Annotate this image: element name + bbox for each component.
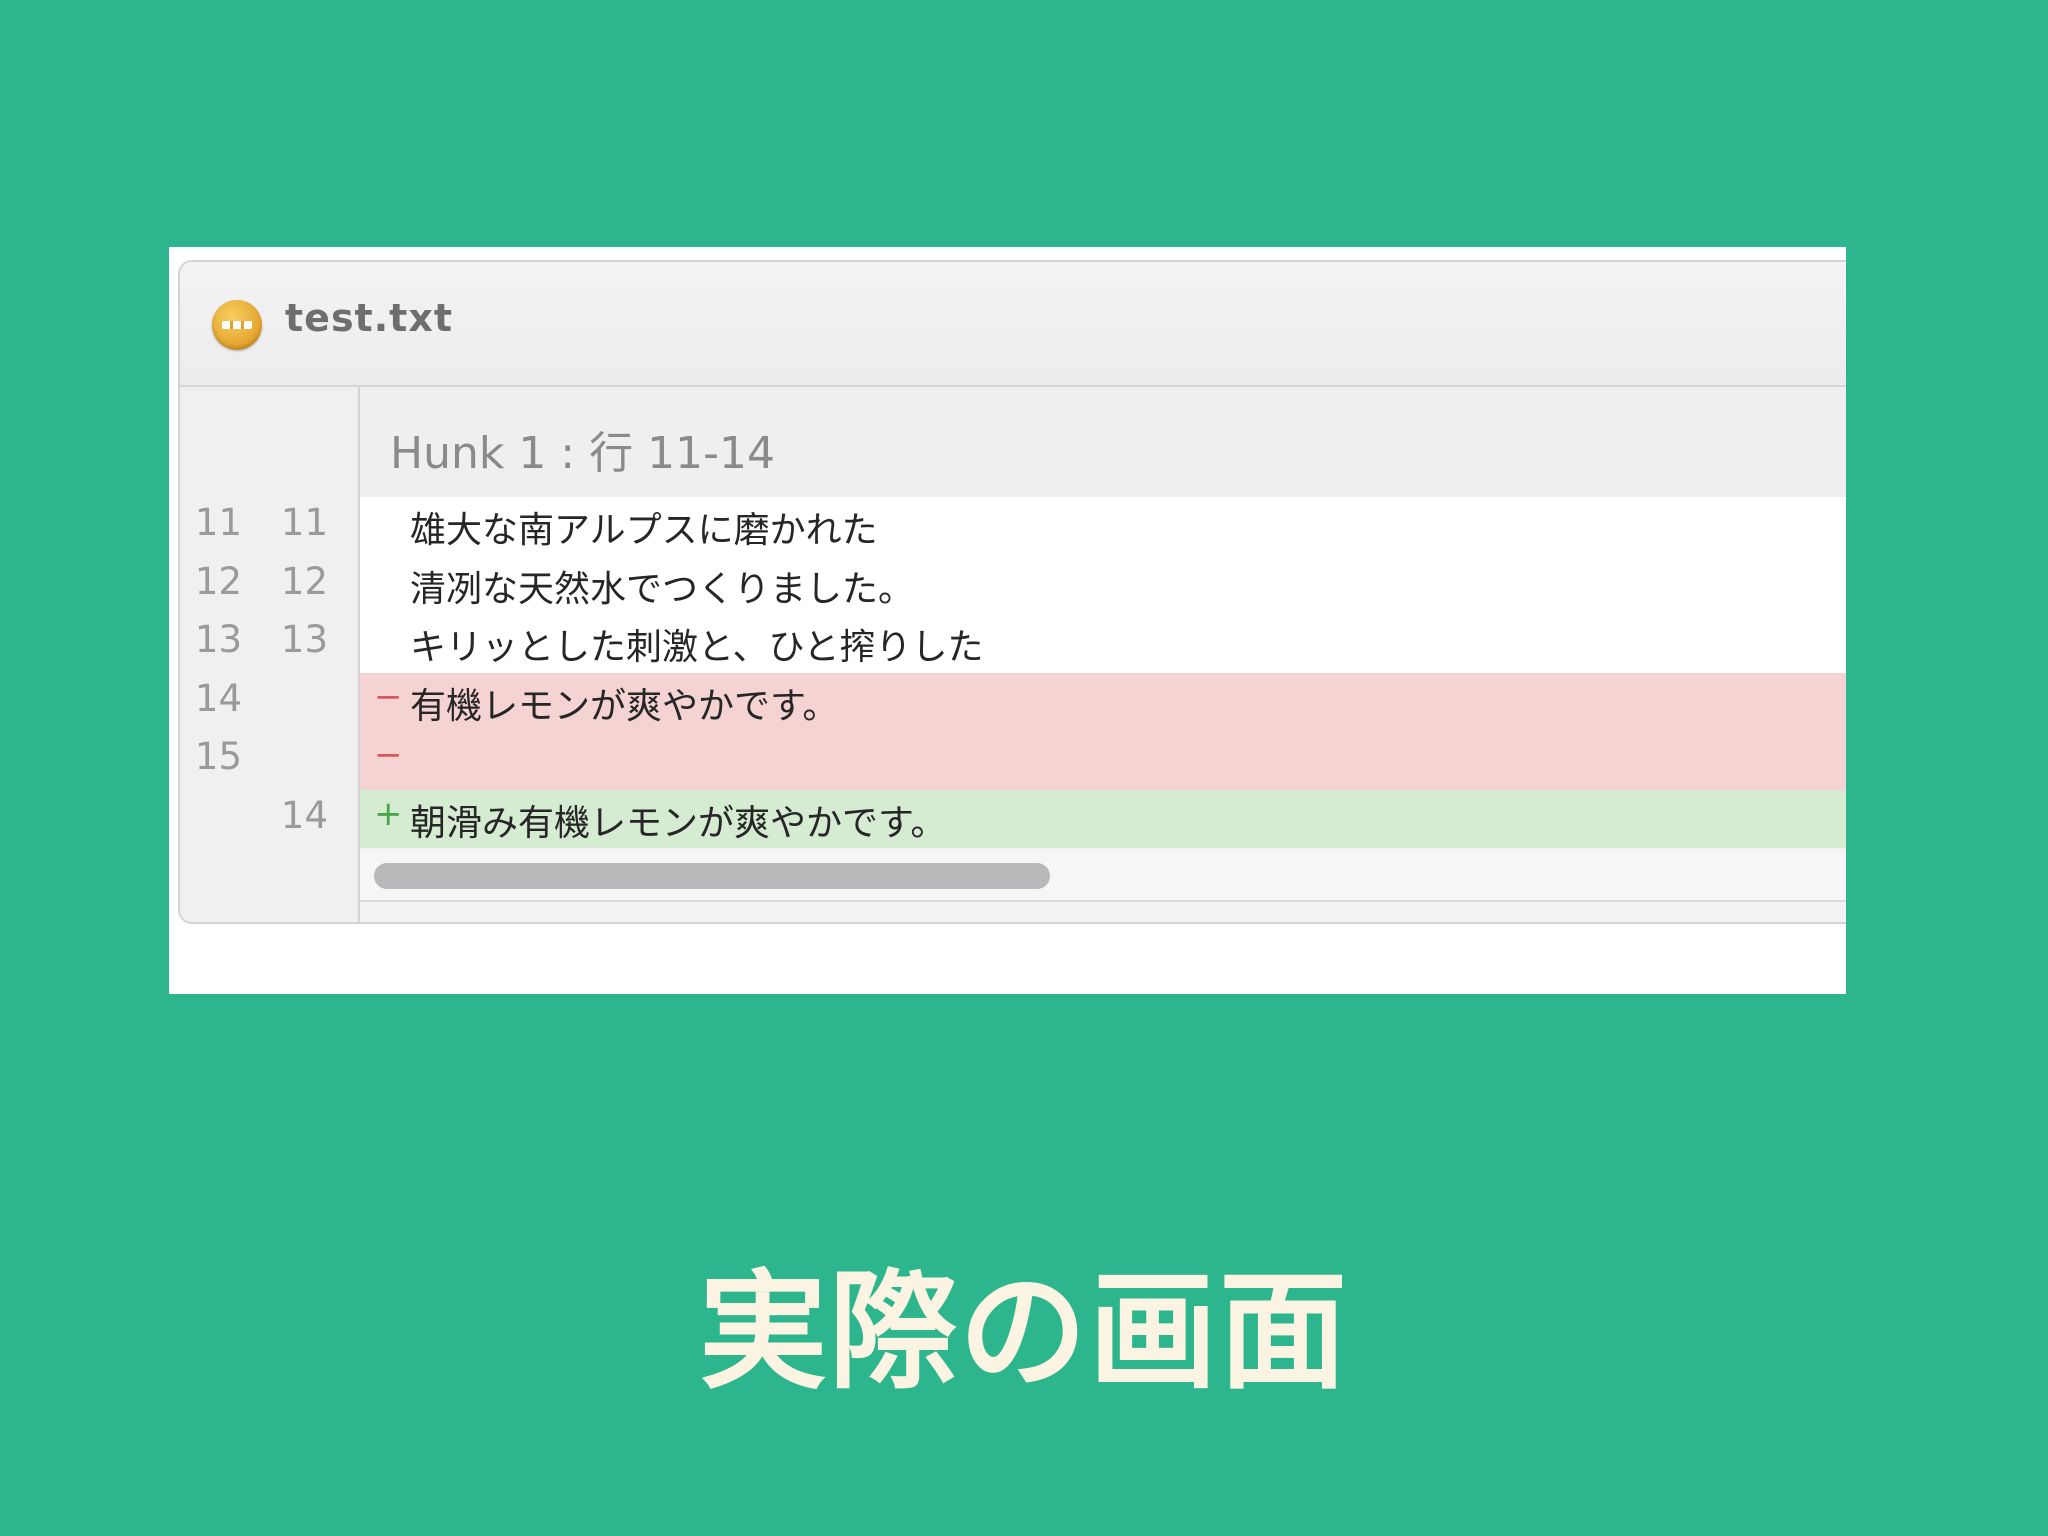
horizontal-scrollbar[interactable] [360, 850, 1846, 902]
old-line-number: 15 [194, 735, 242, 778]
line-content: − 有機レモンが爽やかです。 [360, 672, 1846, 731]
ellipsis-circle-icon [212, 300, 262, 350]
line-content: 清冽な天然水でつくりました。 [360, 555, 1846, 614]
line-text: キリッとした刺激と、ひと搾りした [410, 627, 984, 668]
diff-line: 13 13 キリッとした刺激と、ひと搾りした [180, 614, 1846, 673]
line-marker: + [374, 793, 403, 834]
old-line-number: 11 [194, 501, 242, 544]
line-content: 雄大な南アルプスに磨かれた [360, 497, 1846, 556]
new-line-number: 11 [280, 501, 328, 544]
line-text: 有機レモンが爽やかです。 [410, 685, 839, 727]
line-content: キリッとした刺激と、ひと搾りした [360, 614, 1846, 673]
file-name: test.txt [285, 296, 453, 340]
scrollbar-thumb[interactable] [374, 863, 1050, 889]
diff-lines: 11 11 雄大な南アルプスに磨かれた 12 12 清冽な天然水でつくりました。… [180, 497, 1846, 848]
screenshot-frame: test.txt Hunk 1 : 行 11-14 11 11 雄大な南アルプス… [169, 247, 1846, 994]
diff-line-added: 14 + 朝滑み有機レモンが爽やかです。 [180, 789, 1846, 848]
old-line-number: 13 [194, 618, 242, 661]
diff-line: 11 11 雄大な南アルプスに磨かれた [180, 497, 1846, 556]
hunk-title: Hunk 1 : 行 11-14 [390, 428, 775, 479]
new-line-number: 13 [280, 618, 328, 661]
line-marker: − [374, 676, 403, 717]
diff-line: 12 12 清冽な天然水でつくりました。 [180, 555, 1846, 614]
old-line-number: 12 [194, 559, 242, 603]
line-text: 清冽な天然水でつくりました。 [410, 568, 915, 610]
line-content: + 朝滑み有機レモンが爽やかです。 [360, 789, 1846, 848]
new-line-number: 14 [280, 793, 328, 837]
line-text: 朝滑み有機レモンが爽やかです。 [410, 802, 947, 844]
line-content: − [360, 731, 1846, 790]
line-text: 雄大な南アルプスに磨かれた [410, 510, 878, 551]
line-marker: − [374, 735, 403, 775]
slide-caption: 実際の画面 [698, 1258, 1349, 1407]
diff-line-removed: 15 − [180, 731, 1846, 790]
hunk-header: Hunk 1 : 行 11-14 [360, 387, 1846, 497]
ellipsis-dots [222, 321, 252, 329]
new-line-number: 12 [280, 559, 328, 603]
diff-line-removed: 14 − 有機レモンが爽やかです。 [180, 672, 1846, 731]
file-header[interactable]: test.txt [180, 262, 1846, 387]
old-line-number: 14 [194, 676, 242, 720]
diff-window: test.txt Hunk 1 : 行 11-14 11 11 雄大な南アルプス… [178, 260, 1846, 924]
